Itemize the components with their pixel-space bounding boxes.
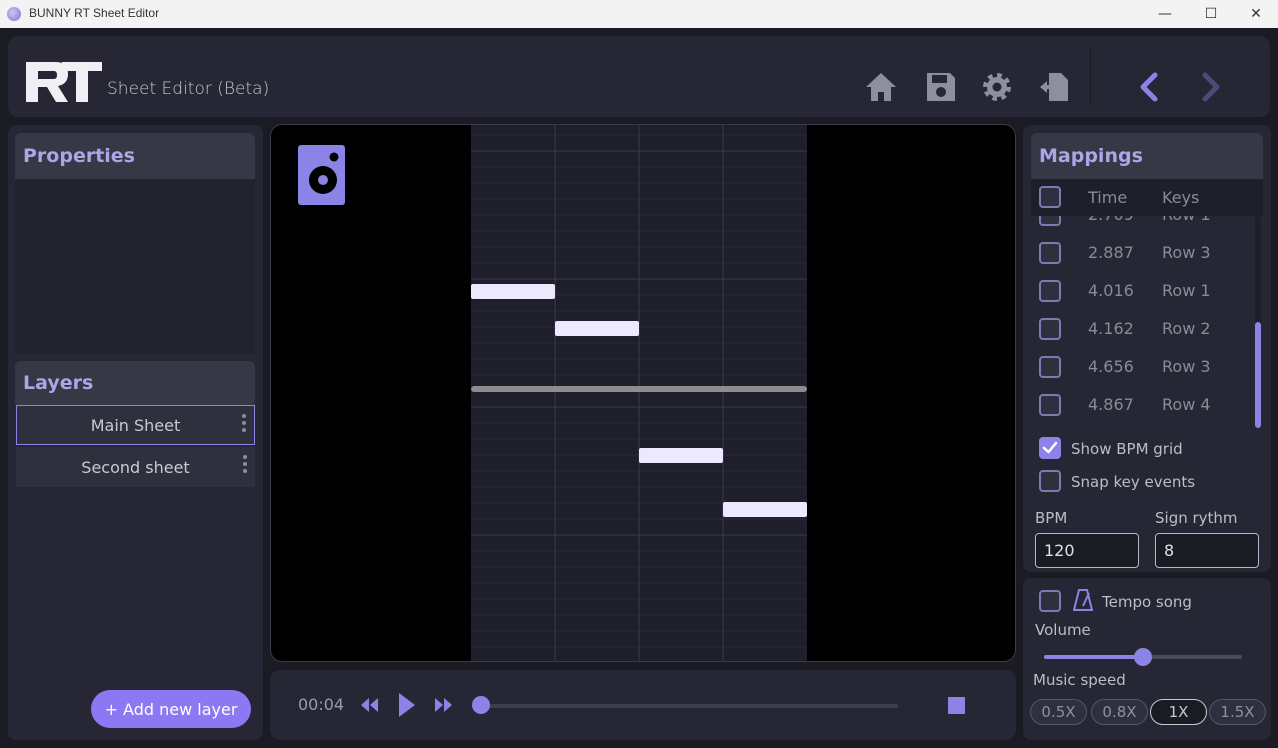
layer-item-second-sheet[interactable]: Second sheet [16,447,255,487]
mapping-row[interactable]: 4.656 Row 3 [1031,348,1251,386]
app-subtitle: Sheet Editor (Beta) [107,79,270,99]
mapping-keys: Row 3 [1162,243,1211,262]
layer-label: Main Sheet [90,415,181,435]
mapping-checkbox[interactable] [1039,394,1061,416]
mapping-keys: Row 1 [1162,281,1211,300]
speaker-icon [298,145,345,205]
sheet-editor-canvas[interactable] [270,124,1016,662]
mappings-list[interactable]: 2.709 Row 1 2.887 Row 3 4.016 Row 1 4.16… [1031,216,1263,428]
minimize-button[interactable]: — [1142,0,1188,28]
properties-title: Properties [15,133,255,179]
speed-0-8x-button[interactable]: 0.8X [1091,699,1148,725]
mappings-header-row: Time Keys [1031,179,1263,216]
mapping-keys: Row 4 [1162,395,1211,414]
app: Sheet Editor (Beta) Properties Layers Ma… [0,28,1278,748]
note-block[interactable] [471,284,555,299]
mapping-time: 4.162 [1088,319,1134,338]
mapping-keys: Row 1 [1162,216,1211,224]
app-icon [7,7,21,21]
volume-label: Volume [1035,621,1091,639]
note-grid[interactable] [471,125,807,661]
mapping-row[interactable]: 4.867 Row 4 [1031,386,1251,424]
playback-track[interactable] [480,704,898,708]
music-speed-label: Music speed [1033,671,1126,689]
layer-item-main-sheet[interactable]: Main Sheet [16,405,255,445]
mapping-checkbox[interactable] [1039,280,1061,302]
mapping-row[interactable]: 4.162 Row 2 [1031,310,1251,348]
mapping-row[interactable]: 4.016 Row 1 [1031,272,1251,310]
volume-slider-knob[interactable] [1134,648,1152,666]
playhead-line[interactable] [471,386,807,392]
maximize-button[interactable]: ☐ [1188,0,1234,28]
settings-gear-icon[interactable] [980,70,1014,104]
add-layer-button[interactable]: + Add new layer [91,690,251,728]
play-icon[interactable] [397,691,417,719]
properties-body [15,179,255,354]
mapping-checkbox[interactable] [1039,356,1061,378]
note-block[interactable] [555,321,639,336]
mappings-scroll-thumb[interactable] [1255,322,1261,428]
sign-rythm-input[interactable]: 8 [1155,533,1259,568]
export-file-icon[interactable] [1037,70,1071,104]
select-all-checkbox[interactable] [1039,186,1061,208]
column-keys: Keys [1162,188,1200,207]
close-button[interactable]: ✕ [1233,0,1278,28]
layer-label: Second sheet [81,457,190,477]
snap-key-events-checkbox[interactable] [1039,470,1061,492]
mappings-title: Mappings [1031,133,1263,179]
playback-knob[interactable] [472,696,490,714]
speed-0-5x-button[interactable]: 0.5X [1030,699,1087,725]
mapping-keys: Row 2 [1162,319,1211,338]
mapping-time: 4.656 [1088,357,1134,376]
stop-icon[interactable] [948,697,965,714]
mapping-time: 4.016 [1088,281,1134,300]
back-arrow-icon[interactable] [1133,70,1167,104]
show-bpm-grid-checkbox[interactable] [1039,437,1061,459]
fast-forward-icon[interactable] [433,696,453,714]
mapping-row[interactable]: 2.709 Row 1 [1031,216,1251,234]
speed-1x-button[interactable]: 1X [1150,699,1207,725]
mapping-time: 2.887 [1088,243,1134,262]
layer-menu-icon[interactable] [243,455,249,473]
transport-bar: 00:04 [270,670,1016,740]
note-block[interactable] [639,448,723,463]
bpm-input[interactable]: 120 [1035,533,1139,568]
snap-key-events-label: Snap key events [1071,473,1196,491]
sign-rythm-label: Sign rythm [1155,509,1238,527]
header-bar: Sheet Editor (Beta) [8,36,1270,117]
mapping-row[interactable]: 2.887 Row 3 [1031,234,1251,272]
column-time: Time [1088,188,1128,207]
speed-1-5x-button[interactable]: 1.5X [1209,699,1266,725]
save-icon[interactable] [924,70,958,104]
mapping-keys: Row 3 [1162,357,1211,376]
window-titlebar: BUNNY RT Sheet Editor — ☐ ✕ [0,0,1278,28]
rt-logo [26,62,102,102]
header-separator [1090,46,1091,107]
layer-menu-icon[interactable] [242,414,248,432]
home-icon[interactable] [864,70,898,104]
tempo-song-label: Tempo song [1102,593,1192,611]
metronome-icon [1073,589,1093,611]
grid-lines [471,125,807,661]
mapping-time: 2.709 [1088,216,1134,224]
note-block[interactable] [723,502,807,517]
mapping-checkbox[interactable] [1039,242,1061,264]
mapping-checkbox[interactable] [1039,318,1061,340]
volume-fill [1044,655,1143,659]
window-title: BUNNY RT Sheet Editor [29,6,160,20]
show-bpm-grid-label: Show BPM grid [1071,440,1183,458]
forward-arrow-icon[interactable] [1193,70,1227,104]
rewind-icon[interactable] [360,696,380,714]
bpm-label: BPM [1035,509,1068,527]
playback-time: 00:04 [298,695,345,714]
layers-title: Layers [15,361,255,405]
mapping-checkbox[interactable] [1039,216,1061,226]
mapping-time: 4.867 [1088,395,1134,414]
tempo-song-checkbox[interactable] [1039,590,1061,612]
checkmark-icon [1042,441,1058,454]
